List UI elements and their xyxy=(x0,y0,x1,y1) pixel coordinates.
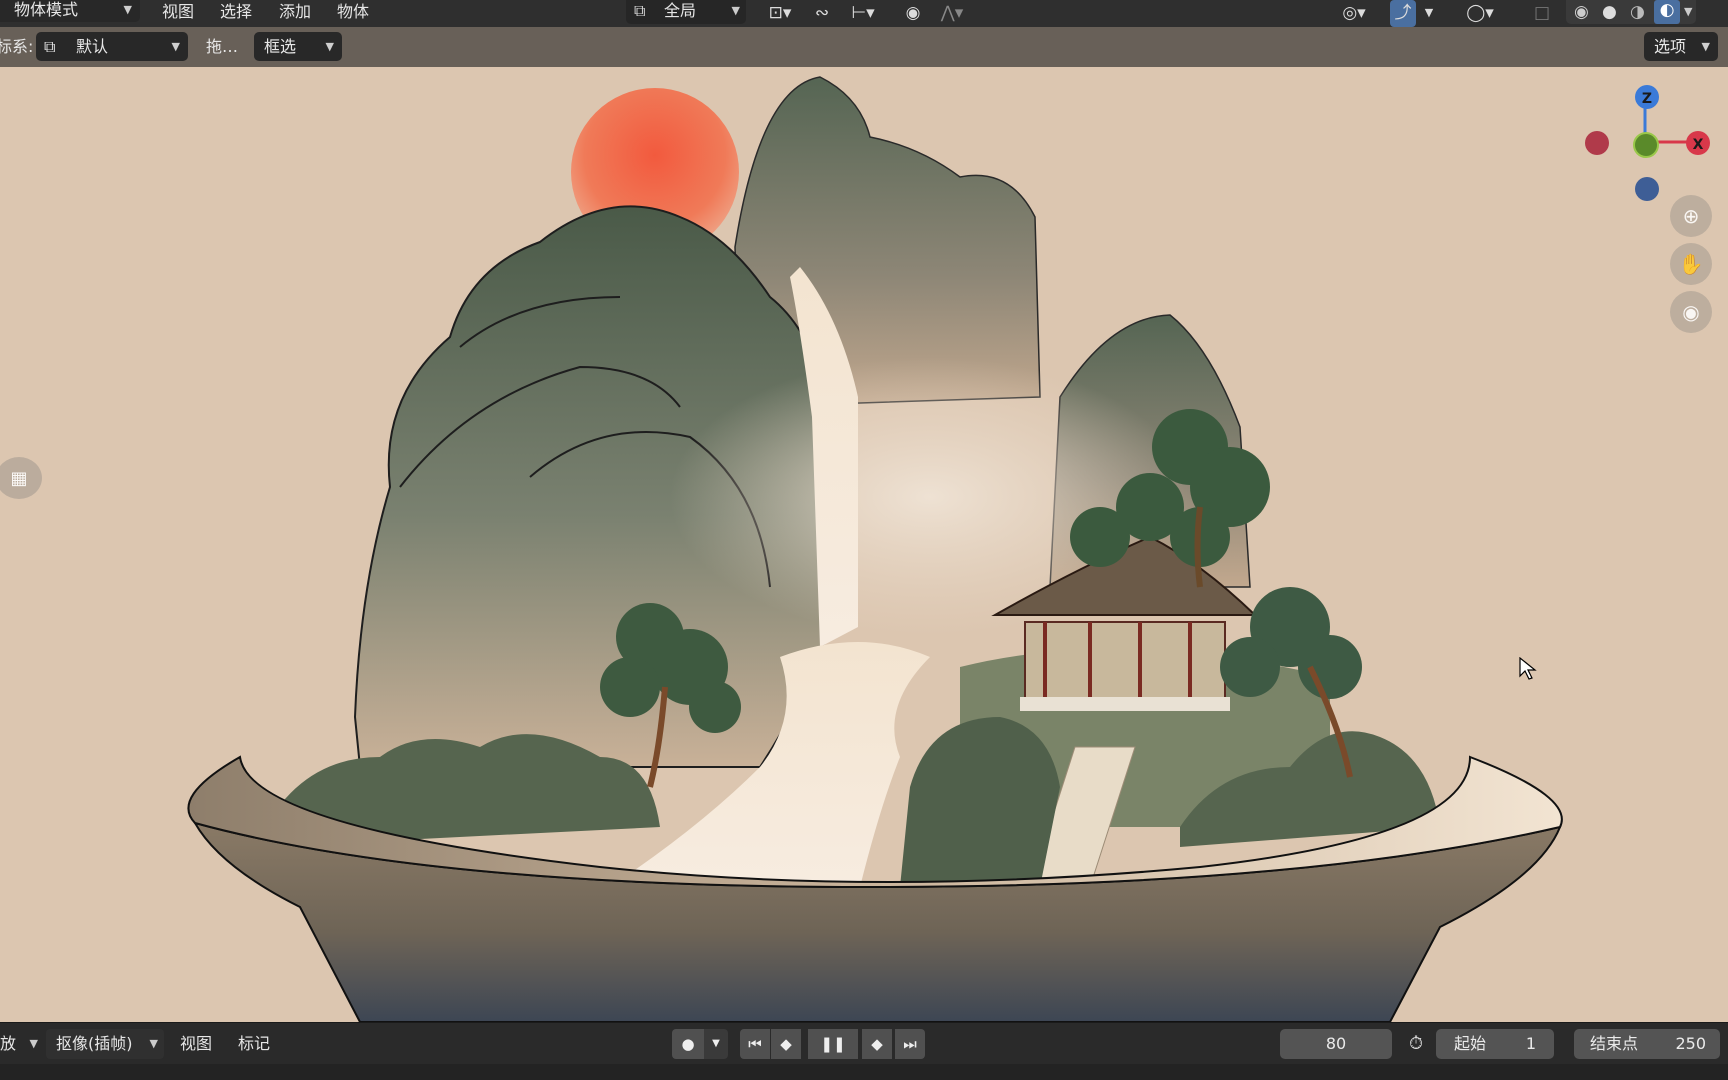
start-label: 起始 xyxy=(1454,1034,1487,1053)
playback-dropdown[interactable]: 放 ▼ xyxy=(0,1029,42,1059)
stopwatch-icon[interactable]: ⏱ xyxy=(1404,1033,1428,1057)
end-label: 结束点 xyxy=(1590,1034,1639,1053)
current-frame-field[interactable]: 80 xyxy=(1280,1029,1392,1059)
wireframe-shading-icon[interactable]: ◉ xyxy=(1574,2,1589,22)
checker-icon: ▦ xyxy=(10,467,28,489)
axis-x-label: X xyxy=(1693,137,1704,153)
keying-dropdown[interactable]: 抠像(插帧) ▼ xyxy=(46,1029,164,1059)
pan-button[interactable]: ✋ xyxy=(1670,243,1712,285)
menu-view[interactable]: 视图 xyxy=(162,0,194,27)
hand-icon: ✋ xyxy=(1678,252,1704,276)
chevron-down-icon: ▼ xyxy=(171,40,180,53)
scene-render xyxy=(187,76,1563,1022)
menu-add[interactable]: 添加 xyxy=(279,0,311,27)
chevron-down-icon: ▼ xyxy=(731,4,740,17)
menu-select[interactable]: 选择 xyxy=(220,0,252,27)
chevron-down-icon: ▼ xyxy=(149,1037,158,1050)
record-button[interactable]: ● xyxy=(672,1029,704,1059)
chevron-down-icon[interactable]: ▼ xyxy=(1684,5,1692,18)
falloff-icon[interactable]: ⋀▾ xyxy=(932,0,972,27)
gizmo-dropdown-icon[interactable]: ▼ xyxy=(1420,0,1438,27)
axis-y xyxy=(1633,132,1659,158)
mouse-cursor-icon xyxy=(1519,657,1537,680)
visibility-icon[interactable]: ◎▾ xyxy=(1332,0,1376,27)
rendered-shading-icon[interactable]: ◐ xyxy=(1654,0,1680,24)
proportional-edit-icon[interactable]: ◉ xyxy=(900,0,926,27)
record-options-button[interactable]: ▼ xyxy=(704,1029,728,1059)
mode-dropdown[interactable]: 物体模式 ▼ xyxy=(0,0,140,22)
keying-label: 抠像(插帧) xyxy=(56,1034,133,1053)
prev-keyframe-button[interactable]: ◆ xyxy=(771,1029,801,1059)
snap-target-icon[interactable]: ⊢▾ xyxy=(840,0,886,27)
solid-shading-icon[interactable]: ● xyxy=(1602,2,1617,22)
snap-icon[interactable]: ∾ xyxy=(810,0,834,27)
orientation-axes-icon: ⧉ xyxy=(44,37,56,56)
options-dropdown[interactable]: 选项 ▼ xyxy=(1644,32,1718,61)
chevron-down-icon: ▼ xyxy=(29,1037,38,1050)
axis-neg-z xyxy=(1635,177,1659,201)
transform-orientation-dropdown[interactable]: ⧉ 全局 ▼ xyxy=(626,0,746,24)
pause-button[interactable]: ❚❚ xyxy=(808,1029,858,1059)
timeline-header: 放 ▼ 抠像(插帧) ▼ 视图 标记 ● ▼ ⏮ ◆ ❚❚ ◆ ⏭ 80 ⏱ 起… xyxy=(0,1022,1728,1064)
next-keyframe-button[interactable]: ◆ xyxy=(862,1029,892,1059)
camera-view-button[interactable]: ◉ xyxy=(1670,291,1712,333)
options-label: 选项 xyxy=(1654,37,1687,56)
start-value: 1 xyxy=(1525,1034,1536,1053)
orientation-icon: ⧉ xyxy=(634,1,646,20)
chevron-down-icon: ▼ xyxy=(325,40,334,53)
3d-viewport[interactable]: ▦ Z X ⊕ ✋ ◉ xyxy=(0,67,1728,1022)
pivot-point-icon[interactable]: ⊡▾ xyxy=(760,0,800,27)
mode-dropdown-label: 物体模式 xyxy=(14,0,79,19)
menu-object[interactable]: 物体 xyxy=(337,0,369,27)
material-shading-icon[interactable]: ◑ xyxy=(1630,2,1645,22)
chevron-down-icon: ▼ xyxy=(1701,40,1710,53)
orientation-dropdown[interactable]: ⧉ 默认 ▼ xyxy=(36,32,188,61)
drag-label: 拖… xyxy=(206,37,239,56)
select-mode-dropdown[interactable]: 框选 ▼ xyxy=(254,32,342,61)
end-frame-field[interactable]: 结束点 250 xyxy=(1574,1029,1720,1059)
orientation-dropdown-label: 默认 xyxy=(76,37,109,56)
zoom-icon: ⊕ xyxy=(1682,204,1700,228)
xray-icon[interactable]: □ xyxy=(1530,0,1554,27)
timeline-ruler[interactable] xyxy=(0,1064,1728,1080)
top-toolbar: 物体模式 ▼ 视图 选择 添加 物体 ⧉ 全局 ▼ ⊡▾ ∾ ⊢▾ ◉ ⋀▾ ◎… xyxy=(0,0,1728,27)
shading-buttons: ◉ ● ◑ ◐ ▼ xyxy=(1566,0,1696,24)
jump-end-button[interactable]: ⏭ xyxy=(895,1029,925,1059)
axis-neg-x xyxy=(1585,131,1609,155)
coord-system-label: 标系: xyxy=(0,37,34,56)
start-frame-field[interactable]: 起始 1 xyxy=(1436,1029,1554,1059)
playback-label: 放 xyxy=(0,1034,17,1053)
axis-z-label: Z xyxy=(1642,91,1652,107)
select-mode-label: 框选 xyxy=(264,37,297,56)
gizmo-toggle-icon[interactable]: ⤴ xyxy=(1390,0,1416,27)
chevron-down-icon: ▼ xyxy=(123,3,132,16)
rock-mid xyxy=(900,717,1060,887)
overlay-icon[interactable]: ◯▾ xyxy=(1458,0,1502,27)
zoom-button[interactable]: ⊕ xyxy=(1670,195,1712,237)
timeline-marker-menu[interactable]: 标记 xyxy=(238,1023,270,1065)
timeline-view-menu[interactable]: 视图 xyxy=(180,1023,212,1065)
tool-header: 标系: ⧉ 默认 ▼ 拖… 框选 ▼ 选项 ▼ xyxy=(0,27,1728,67)
camera-icon: ◉ xyxy=(1682,300,1700,324)
end-value: 250 xyxy=(1675,1034,1706,1053)
current-frame-value: 80 xyxy=(1325,1034,1347,1053)
jump-start-button[interactable]: ⏮ xyxy=(740,1029,770,1059)
orientation-label: 全局 xyxy=(664,1,697,20)
